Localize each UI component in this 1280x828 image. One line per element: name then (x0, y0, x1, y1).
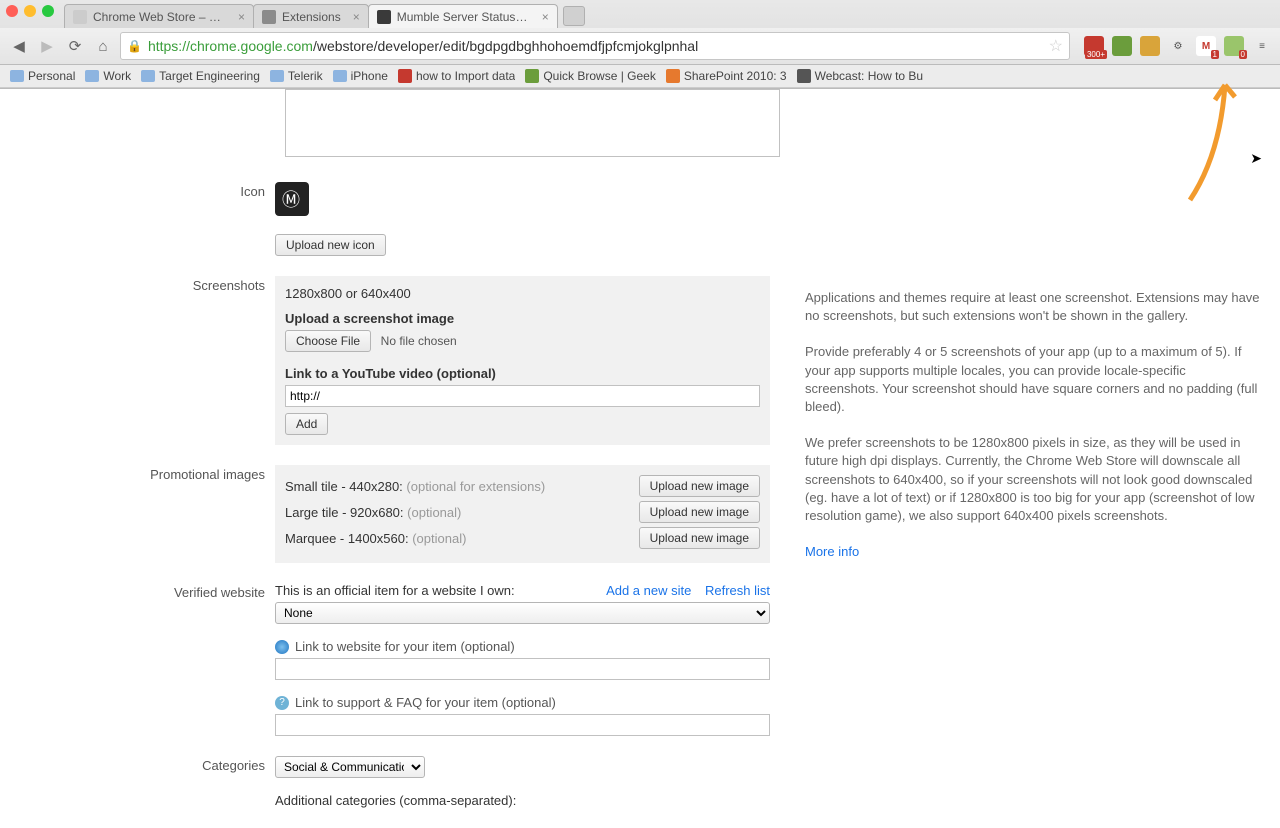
help-p1: Applications and themes require at least… (805, 289, 1260, 325)
tab-extensions[interactable]: Extensions × (253, 4, 369, 28)
upload-screenshot-title: Upload a screenshot image (285, 311, 760, 326)
folder-icon (270, 70, 284, 82)
categories-label: Categories (0, 756, 275, 808)
menu-icon[interactable]: ≡ (1252, 36, 1272, 56)
bookmark-iphone[interactable]: iPhone (333, 69, 388, 83)
home-button[interactable]: ⌂ (92, 35, 114, 57)
screenshots-label: Screenshots (0, 276, 275, 445)
reload-button[interactable]: ⟳ (64, 35, 86, 57)
website-link-label: Link to website for your item (optional) (295, 639, 515, 654)
tab-label: Extensions (282, 10, 341, 24)
close-tab-icon[interactable]: × (542, 10, 549, 24)
upload-large-tile-button[interactable]: Upload new image (639, 501, 760, 523)
support-link-label: Link to support & FAQ for your item (opt… (295, 695, 556, 710)
icon-preview (275, 182, 309, 216)
help-p3: We prefer screenshots to be 1280x800 pix… (805, 434, 1260, 525)
lock-icon: 🔒 (127, 39, 142, 53)
tab-label: Mumble Server Status – Edit (397, 10, 530, 24)
bookmark-telerik[interactable]: Telerik (270, 69, 323, 83)
favicon-icon (525, 69, 539, 83)
category-select[interactable]: Social & Communication (275, 756, 425, 778)
upload-marquee-button[interactable]: Upload new image (639, 527, 760, 549)
extension-red-icon[interactable]: 300+ (1084, 36, 1104, 56)
icon-label: Icon (0, 182, 275, 256)
tab-mumble-edit[interactable]: Mumble Server Status – Edit × (368, 4, 558, 28)
more-info-link[interactable]: More info (805, 544, 859, 559)
globe-icon (275, 640, 289, 654)
close-window-button[interactable] (6, 5, 18, 17)
close-tab-icon[interactable]: × (238, 10, 245, 24)
verified-intro: This is an official item for a website I… (275, 583, 515, 598)
choose-file-button[interactable]: Choose File (285, 330, 371, 352)
promo-marquee-text: Marquee - 1400x560: (optional) (285, 531, 466, 546)
maximize-window-button[interactable] (42, 5, 54, 17)
folder-icon (333, 70, 347, 82)
favicon-icon (666, 69, 680, 83)
bookmark-quick[interactable]: Quick Browse | Geek (525, 69, 656, 83)
tab-label: Chrome Web Store – mumbl (93, 10, 226, 24)
bookmark-target[interactable]: Target Engineering (141, 69, 260, 83)
extension-last-icon[interactable]: 0 (1224, 36, 1244, 56)
window-controls (6, 0, 54, 28)
mumble-favicon-icon (377, 10, 391, 24)
upload-small-tile-button[interactable]: Upload new image (639, 475, 760, 497)
bookmark-sharepoint[interactable]: SharePoint 2010: 3 (666, 69, 787, 83)
bookmarks-bar: Personal Work Target Engineering Telerik… (0, 65, 1280, 88)
verified-select[interactable]: None (275, 602, 770, 624)
badge: 0 (1239, 50, 1247, 59)
back-button[interactable]: ◀ (8, 35, 30, 57)
url-host: https://chrome.google.com (148, 38, 313, 54)
youtube-title: Link to a YouTube video (optional) (285, 366, 760, 381)
store-favicon-icon (73, 10, 87, 24)
promo-large-text: Large tile - 920x680: (optional) (285, 505, 461, 520)
support-link-input[interactable] (275, 714, 770, 736)
bookmark-import[interactable]: how to Import data (398, 69, 515, 83)
promo-label: Promotional images (0, 465, 275, 563)
add-button[interactable]: Add (285, 413, 328, 435)
no-file-text: No file chosen (381, 334, 457, 348)
bookmark-webcast[interactable]: Webcast: How to Bu (797, 69, 924, 83)
gmail-icon[interactable]: M1 (1196, 36, 1216, 56)
folder-icon (141, 70, 155, 82)
badge: 1 (1211, 50, 1219, 59)
folder-icon (85, 70, 99, 82)
description-textarea[interactable] (285, 89, 780, 157)
address-bar[interactable]: 🔒 https://chrome.google.com/webstore/dev… (120, 32, 1070, 60)
favicon-icon (398, 69, 412, 83)
url-path: /webstore/developer/edit/bgdpgdbghhohoem… (313, 38, 698, 54)
promo-small-text: Small tile - 440x280: (optional for exte… (285, 479, 545, 494)
bookmark-star-icon[interactable]: ☆ (1049, 36, 1063, 56)
bookmark-work[interactable]: Work (85, 69, 131, 83)
question-icon: ? (275, 696, 289, 710)
puzzle-favicon-icon (262, 10, 276, 24)
additional-categories-label: Additional categories (comma-separated): (275, 793, 785, 808)
screenshot-size-text: 1280x800 or 640x400 (285, 286, 760, 301)
favicon-icon (797, 69, 811, 83)
settings-gear-icon[interactable]: ⚙ (1168, 36, 1188, 56)
website-link-input[interactable] (275, 658, 770, 680)
extension-orange-icon[interactable] (1140, 36, 1160, 56)
refresh-list-link[interactable]: Refresh list (705, 583, 770, 598)
close-tab-icon[interactable]: × (353, 10, 360, 24)
folder-icon (10, 70, 24, 82)
new-tab-button[interactable] (563, 6, 585, 26)
minimize-window-button[interactable] (24, 5, 36, 17)
bookmark-personal[interactable]: Personal (10, 69, 75, 83)
youtube-input[interactable] (285, 385, 760, 407)
forward-button[interactable]: ▶ (36, 35, 58, 57)
upload-icon-button[interactable]: Upload new icon (275, 234, 386, 256)
verified-label: Verified website (0, 583, 275, 736)
add-new-site-link[interactable]: Add a new site (606, 583, 691, 598)
tab-chrome-web-store[interactable]: Chrome Web Store – mumbl × (64, 4, 254, 28)
badge: 300+ (1085, 50, 1107, 59)
help-p2: Provide preferably 4 or 5 screenshots of… (805, 343, 1260, 416)
extension-green-icon[interactable] (1112, 36, 1132, 56)
